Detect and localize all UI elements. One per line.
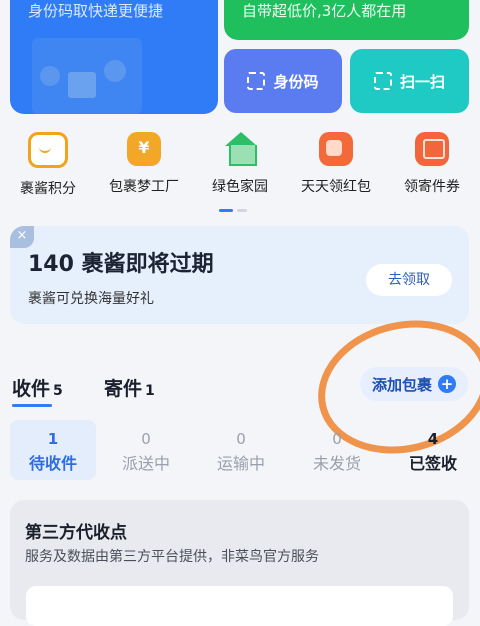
- third-party-desc: 服务及数据由第三方平台提供，非菜鸟官方服务: [25, 549, 319, 565]
- banner-subtitle: 裹酱可兑换海量好礼: [28, 291, 154, 307]
- id-code-icon: [247, 72, 266, 90]
- quick-entry-label: 绿色家园: [212, 179, 268, 195]
- scan-icon: [373, 72, 392, 90]
- status-not-shipped[interactable]: 0 未发货: [294, 420, 380, 480]
- banner-title: 140 裹酱即将过期: [28, 252, 214, 277]
- quick-entry-label: 天天领红包: [301, 179, 371, 195]
- status-signed[interactable]: 4 已签收: [390, 420, 476, 480]
- id-code-label: 身份码: [273, 72, 319, 91]
- points-expiry-banner: × 140 裹酱即将过期 裹酱可兑换海量好礼 去领取: [10, 226, 469, 324]
- id-code-pickup-desc: 身份码取快递更便捷: [28, 2, 164, 20]
- low-price-send-desc: 自带超低价,3亿人都在用: [242, 2, 407, 20]
- quick-entry-row: 裹酱积分 ¥ 包裹梦工厂 绿色家园 天天领红包 领寄件券: [0, 132, 480, 198]
- status-count: 4: [427, 430, 439, 448]
- quick-entry-points[interactable]: 裹酱积分: [0, 132, 96, 198]
- tab-receive-label: 收件: [12, 378, 51, 400]
- quick-entry-label: 领寄件券: [404, 179, 460, 195]
- yen-coin-icon: ¥: [127, 132, 161, 166]
- status-pending-pickup[interactable]: 1 待收件: [10, 420, 96, 480]
- id-code-pickup-card[interactable]: 身份码取快递更便捷: [10, 0, 218, 114]
- close-icon[interactable]: ×: [10, 226, 34, 248]
- status-count: 0: [141, 430, 151, 448]
- tab-receive-count: 5: [53, 383, 63, 399]
- tab-send-count: 1: [145, 383, 155, 399]
- third-party-title: 第三方代收点: [25, 523, 127, 543]
- claim-button[interactable]: 去领取: [366, 264, 452, 296]
- green-home-icon: [223, 132, 257, 166]
- low-price-send-card[interactable]: 自带超低价,3亿人都在用: [224, 0, 469, 40]
- red-envelope-icon: [319, 132, 353, 166]
- status-label: 已签收: [408, 454, 457, 473]
- scan-label: 扫一扫: [399, 72, 445, 91]
- third-party-content[interactable]: [26, 586, 453, 626]
- scan-button[interactable]: 扫一扫: [350, 49, 469, 113]
- quick-entry-factory[interactable]: ¥ 包裹梦工厂: [96, 132, 192, 198]
- status-label: 派送中: [121, 454, 170, 473]
- status-count: 0: [236, 430, 246, 448]
- status-delivering[interactable]: 0 派送中: [103, 420, 189, 480]
- active-tab-indicator: [12, 404, 52, 407]
- tab-receive[interactable]: 收件 5: [12, 374, 63, 401]
- quick-entry-label: 裹酱积分: [20, 181, 76, 197]
- quick-entry-green-home[interactable]: 绿色家园: [192, 132, 288, 198]
- third-party-pickup-card: 第三方代收点 服务及数据由第三方平台提供，非菜鸟官方服务: [10, 500, 469, 626]
- carousel-dots: [219, 209, 247, 212]
- status-in-transit[interactable]: 0 运输中: [198, 420, 284, 480]
- quick-entry-red-envelope[interactable]: 天天领红包: [288, 132, 384, 198]
- courier-illustration: [32, 38, 142, 114]
- ticket-icon: [415, 132, 449, 166]
- tab-send-label: 寄件: [104, 378, 143, 400]
- id-code-button[interactable]: 身份码: [224, 49, 342, 113]
- status-count: 0: [332, 430, 342, 448]
- package-status-row: 1 待收件 0 派送中 0 运输中 0 未发货 4 已签收: [0, 420, 480, 482]
- smile-coin-icon: [28, 132, 68, 168]
- quick-entry-label: 包裹梦工厂: [109, 179, 179, 195]
- status-count: 1: [47, 430, 59, 448]
- status-label: 未发货: [312, 454, 361, 473]
- status-label: 运输中: [216, 454, 265, 473]
- quick-entry-coupon[interactable]: 领寄件券: [384, 132, 480, 198]
- tab-send[interactable]: 寄件 1: [104, 374, 155, 401]
- status-label: 待收件: [28, 454, 77, 473]
